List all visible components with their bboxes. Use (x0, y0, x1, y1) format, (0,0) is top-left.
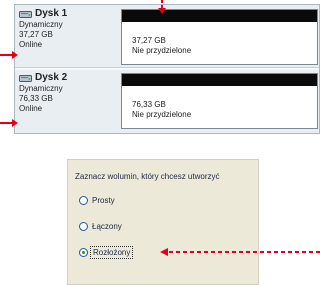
disk-title: Dysk 1 (19, 9, 119, 19)
hard-disk-icon (19, 10, 32, 18)
option-striped[interactable]: Rozłożony (79, 246, 134, 259)
volume-size: 37,27 GB (132, 36, 166, 45)
radio-icon[interactable] (79, 222, 88, 231)
disk-row-1[interactable]: Dysk 1 Dynamiczny 37,27 GB Online 37,27 … (15, 5, 319, 67)
hard-disk-icon (19, 74, 32, 82)
volume-region[interactable]: 76,33 GB Nie przydzielone (121, 73, 318, 129)
option-label: Łączony (92, 222, 122, 231)
volume-state: Nie przydzielone (132, 46, 192, 55)
disk-info: Dysk 2 Dynamiczny 76,33 GB Online (19, 73, 119, 114)
volume-state: Nie przydzielone (132, 110, 192, 119)
disk-size: 76,33 GB (19, 94, 53, 103)
volume-header-bar (122, 74, 317, 86)
volume-region[interactable]: 37,27 GB Nie przydzielone (121, 9, 318, 65)
disk-row-2[interactable]: Dysk 2 Dynamiczny 76,33 GB Online 76,33 … (15, 69, 319, 131)
disk-info: Dysk 1 Dynamiczny 37,27 GB Online (19, 9, 119, 50)
volume-text: 76,33 GB Nie przydzielone (132, 100, 191, 120)
disk-status: Online (19, 40, 43, 49)
option-simple[interactable]: Prosty (79, 196, 115, 205)
disk-title: Dysk 2 (19, 73, 119, 83)
volume-header-bar (122, 10, 317, 22)
volume-text: 37,27 GB Nie przydzielone (132, 36, 191, 56)
volume-type-dialog: Zaznacz wolumin, który chcesz utworzyć P… (67, 159, 259, 285)
option-label: Prosty (92, 196, 115, 205)
disk-management-panel: Dysk 1 Dynamiczny 37,27 GB Online 37,27 … (14, 4, 320, 134)
radio-icon[interactable] (79, 196, 88, 205)
disk-type: Dynamiczny (19, 20, 63, 29)
disk-type: Dynamiczny (19, 84, 63, 93)
disk-size: 37,27 GB (19, 30, 53, 39)
disk-title-label: Dysk 2 (35, 72, 68, 83)
wizard-prompt: Zaznacz wolumin, który chcesz utworzyć (75, 172, 220, 181)
radio-checked-icon[interactable] (79, 248, 88, 257)
option-spanned[interactable]: Łączony (79, 222, 122, 231)
volume-size: 76,33 GB (132, 100, 166, 109)
option-label: Rozłożony (89, 246, 134, 259)
disk-status: Online (19, 104, 43, 113)
disk-title-label: Dysk 1 (35, 8, 68, 19)
